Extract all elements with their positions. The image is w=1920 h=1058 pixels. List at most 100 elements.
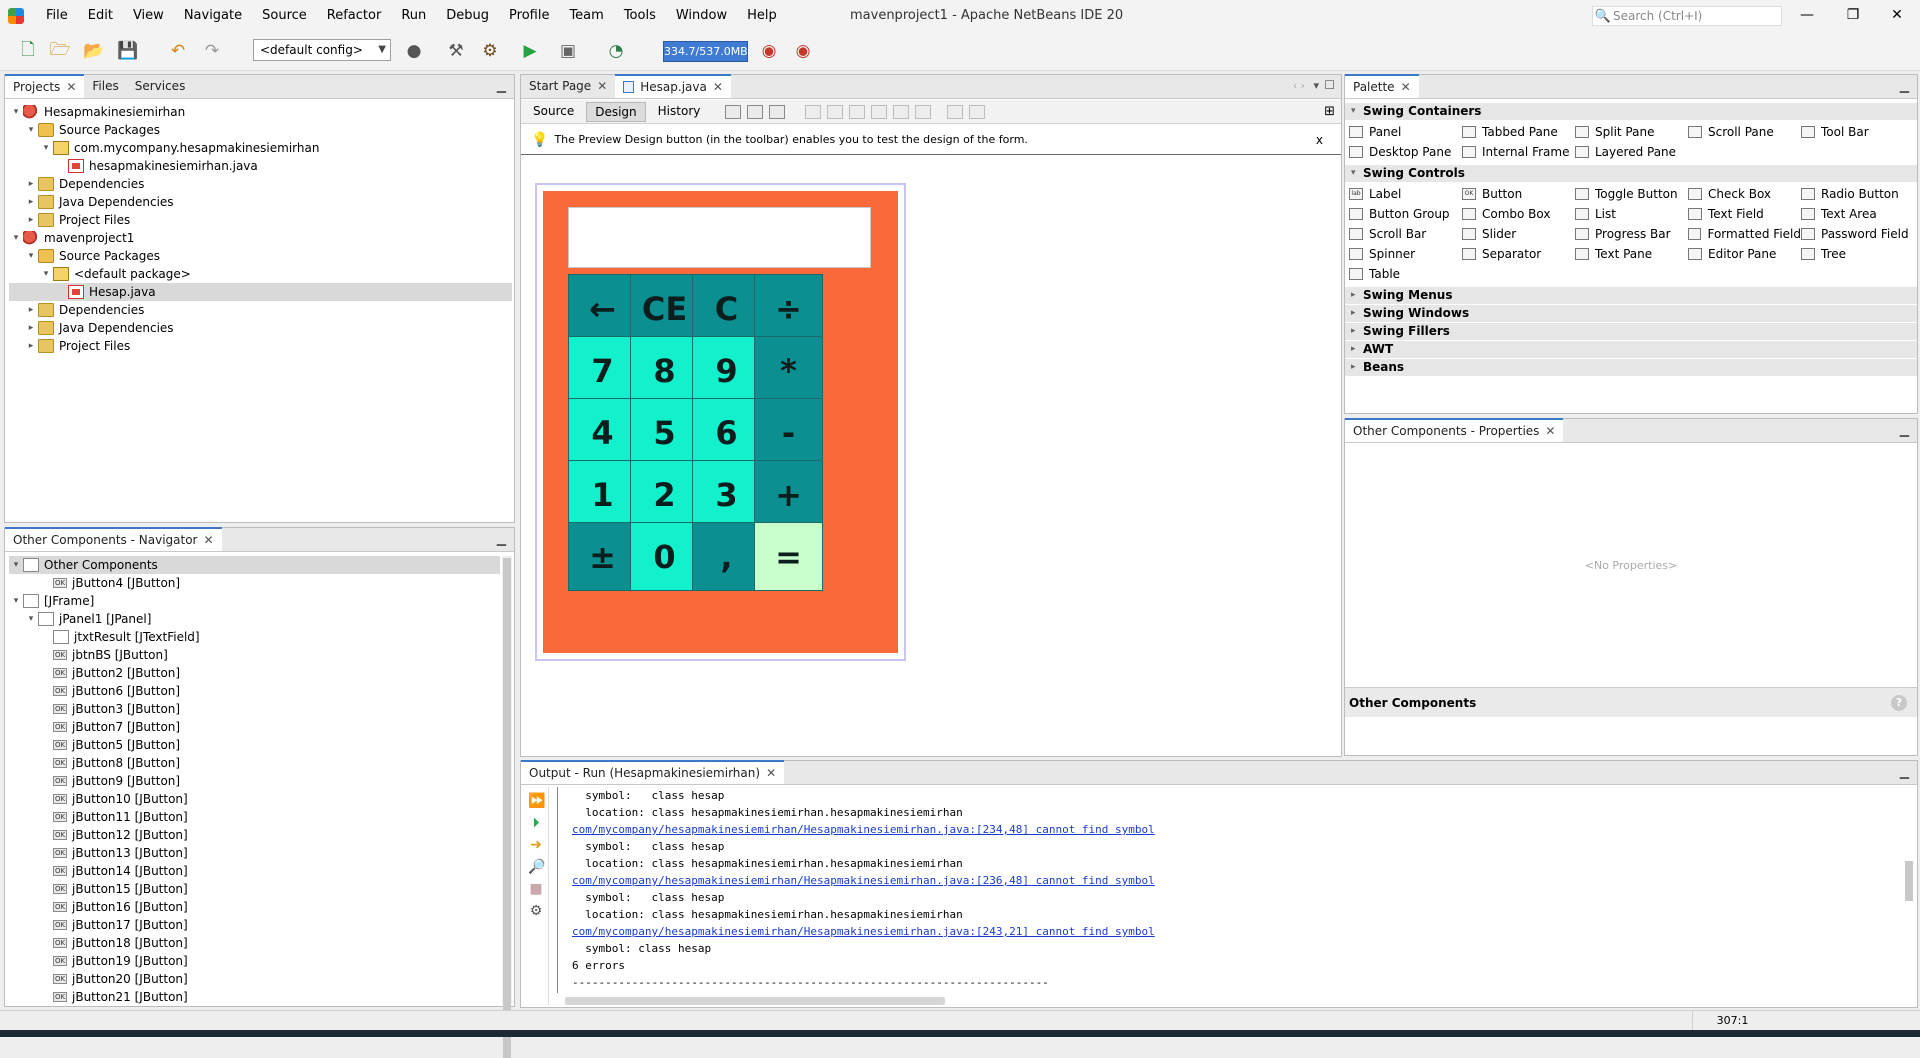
tree-item-project-files[interactable]: ▸ Project Files <box>9 337 512 355</box>
run-icon[interactable]: ▶ <box>518 39 542 63</box>
output-horizontal-scrollbar[interactable] <box>565 997 945 1005</box>
palette-section-swing-controls[interactable]: Swing Controls <box>1345 165 1917 182</box>
tree-item-jbutton20-jbutton[interactable]: OK jButton20 [JButton] <box>9 970 500 988</box>
close-icon[interactable]: ✕ <box>766 763 776 783</box>
menu-source[interactable]: Source <box>252 0 317 31</box>
redo-icon[interactable]: ↷ <box>200 39 224 63</box>
tab-hesap-java[interactable]: Hesap.java ✕ <box>615 74 731 98</box>
tab-projects[interactable]: Projects ✕ <box>5 74 85 98</box>
collapsed-toggle-icon[interactable]: ▸ <box>24 337 38 355</box>
jframe-form[interactable]: ← CE C ÷ 7 8 9 * 4 5 6- 1 2 3 + ±0, = <box>535 183 906 661</box>
tree-item-project-files[interactable]: ▸ Project Files <box>9 211 512 229</box>
open-project-icon[interactable]: 📂 <box>82 39 106 63</box>
palette-item-combo-box[interactable]: Combo Box <box>1462 204 1575 224</box>
tab-output[interactable]: Output - Run (Hesapmakinesiemirhan) ✕ <box>521 760 785 784</box>
palette-section-swing-windows[interactable]: Swing Windows <box>1345 305 1917 322</box>
tree-item-java-dependencies[interactable]: ▸ Java Dependencies <box>9 319 512 337</box>
tree-item-jbutton18-jbutton[interactable]: OK jButton18 [JButton] <box>9 934 500 952</box>
expanded-toggle-icon[interactable]: ▾ <box>24 610 38 628</box>
restore-window-button[interactable]: ❐ <box>1830 0 1876 31</box>
menu-tools[interactable]: Tools <box>614 0 666 31</box>
collapsed-toggle-icon[interactable]: ▸ <box>24 193 38 211</box>
inspect-icon[interactable]: 🔎 <box>528 859 545 875</box>
align-left-icon[interactable] <box>805 104 822 119</box>
minimize-panel-icon[interactable]: ▁ <box>1900 423 1909 437</box>
tree-item-hesap-java[interactable]: Hesap.java <box>9 283 512 301</box>
tree-item-hesapmakinesiemirhan[interactable]: ▾ Hesapmakinesiemirhan <box>9 103 512 121</box>
tree-item-jpanel1-jpanel[interactable]: ▾ jPanel1 [JPanel] <box>9 610 500 628</box>
collapsed-toggle-icon[interactable]: ▸ <box>24 319 38 337</box>
maximize-icon[interactable]: ☐ <box>1324 78 1335 92</box>
collapsed-toggle-icon[interactable]: ▸ <box>24 175 38 193</box>
settings-icon[interactable]: ⚙ <box>528 903 544 919</box>
align-center-icon[interactable] <box>849 104 866 119</box>
expanded-toggle-icon[interactable]: ▾ <box>39 265 53 283</box>
palette-item-label[interactable]: lab Label <box>1349 184 1462 204</box>
tree-item-jbutton2-jbutton[interactable]: OK jButton2 [JButton] <box>9 664 500 682</box>
calc-key-3-2[interactable]: 3 <box>692 460 761 529</box>
align-top-icon[interactable] <box>871 104 888 119</box>
expanded-toggle-icon[interactable]: ▾ <box>24 121 38 139</box>
calc-key-4-0[interactable]: ± <box>568 522 637 591</box>
tree-item-jbtnbs-jbutton[interactable]: OK jbtnBS [JButton] <box>9 646 500 664</box>
profiler-snapshot-icon[interactable]: ◉ <box>791 39 815 63</box>
calc-key-3-0[interactable]: 1 <box>568 460 637 529</box>
close-icon[interactable]: ✕ <box>66 77 76 97</box>
calc-key-2-0[interactable]: 4 <box>568 398 637 467</box>
calculator-panel[interactable]: ← CE C ÷ 7 8 9 * 4 5 6- 1 2 3 + ±0, = <box>543 191 898 653</box>
preview-design-icon[interactable] <box>769 104 786 119</box>
tab-files[interactable]: Files <box>84 74 126 98</box>
calc-key-4-3[interactable]: = <box>754 522 823 591</box>
palette-item-toggle-button[interactable]: Toggle Button <box>1575 184 1688 204</box>
globe-icon[interactable]: ● <box>402 39 426 63</box>
palette-item-tool-bar[interactable]: Tool Bar <box>1801 122 1914 142</box>
palette-item-spinner[interactable]: Spinner <box>1349 244 1462 264</box>
tree-item-jbutton21-jbutton[interactable]: OK jButton21 [JButton] <box>9 988 500 1004</box>
tab-properties[interactable]: Other Components - Properties ✕ <box>1345 418 1564 442</box>
palette-section-swing-fillers[interactable]: Swing Fillers <box>1345 323 1917 340</box>
close-icon[interactable]: ✕ <box>1545 421 1555 441</box>
tree-item-jbutton8-jbutton[interactable]: OK jButton8 [JButton] <box>9 754 500 772</box>
tree-item-jbutton3-jbutton[interactable]: OK jButton3 [JButton] <box>9 700 500 718</box>
tree-item-source-packages[interactable]: ▾ Source Packages <box>9 247 512 265</box>
new-file-icon[interactable]: 🗋 <box>16 39 40 63</box>
tree-item-jbutton4-jbutton[interactable]: OK jButton4 [JButton] <box>9 574 500 592</box>
output-error-link[interactable]: com/mycompany/hesapmakinesiemirhan/Hesap… <box>572 872 1897 889</box>
help-icon[interactable]: ? <box>1891 695 1907 711</box>
palette-item-separator[interactable]: Separator <box>1462 244 1575 264</box>
search-box[interactable]: 🔍 Search (Ctrl+I) <box>1592 6 1782 26</box>
tree-item-jbutton10-jbutton[interactable]: OK jButton10 [JButton] <box>9 790 500 808</box>
close-icon[interactable]: ✕ <box>713 77 723 97</box>
minimize-panel-icon[interactable]: ▁ <box>1900 79 1909 93</box>
tree-item-jframe[interactable]: ▾ [JFrame] <box>9 592 500 610</box>
palette-item-progress-bar[interactable]: Progress Bar <box>1575 224 1688 244</box>
menu-file[interactable]: File <box>36 0 78 31</box>
calc-key-2-2[interactable]: 6 <box>692 398 761 467</box>
step-icon[interactable]: ➜ <box>528 837 544 853</box>
menu-window[interactable]: Window <box>666 0 737 31</box>
align-right-icon[interactable] <box>827 104 844 119</box>
tree-item-dependencies[interactable]: ▸ Dependencies <box>9 301 512 319</box>
minimize-panel-icon[interactable]: ▁ <box>497 532 506 546</box>
palette-item-internal-frame[interactable]: Internal Frame <box>1462 142 1575 162</box>
menu-profile[interactable]: Profile <box>499 0 559 31</box>
close-hint-button[interactable]: x <box>1316 133 1323 147</box>
palette-section-awt[interactable]: AWT <box>1345 341 1917 358</box>
menu-team[interactable]: Team <box>559 0 613 31</box>
output-error-link[interactable]: com/mycompany/hesapmakinesiemirhan/Hesap… <box>572 821 1897 838</box>
palette-section-swing-containers[interactable]: Swing Containers <box>1345 103 1917 120</box>
undo-icon[interactable]: ↶ <box>166 39 190 63</box>
expanded-toggle-icon[interactable]: ▾ <box>9 592 23 610</box>
palette-item-button[interactable]: OK Button <box>1462 184 1575 204</box>
palette-item-tree[interactable]: Tree <box>1801 244 1914 264</box>
palette-item-radio-button[interactable]: Radio Button <box>1801 184 1914 204</box>
expanded-toggle-icon[interactable]: ▾ <box>39 139 53 157</box>
collapsed-toggle-icon[interactable]: ▸ <box>24 211 38 229</box>
tree-item-dependencies[interactable]: ▸ Dependencies <box>9 175 512 193</box>
memory-indicator[interactable]: 334.7/537.0MB <box>663 41 748 62</box>
expanded-toggle-icon[interactable]: ▾ <box>9 229 23 247</box>
align-bottom-icon[interactable] <box>893 104 910 119</box>
selection-mode-icon[interactable] <box>725 104 742 119</box>
output-error-link[interactable]: com/mycompany/hesapmakinesiemirhan/Hesap… <box>572 923 1897 940</box>
collapsed-toggle-icon[interactable]: ▸ <box>24 301 38 319</box>
